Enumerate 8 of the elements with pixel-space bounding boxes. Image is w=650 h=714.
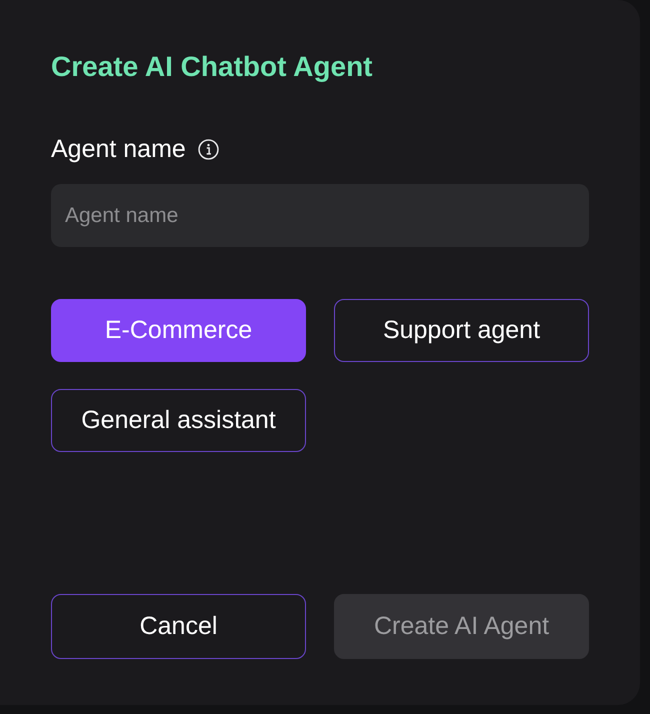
template-option[interactable]: E-Commerce [51,299,306,362]
field-label: Agent name [51,134,186,164]
cancel-button[interactable]: Cancel [51,594,306,659]
template-option[interactable]: General assistant [51,389,306,452]
info-icon[interactable] [198,138,219,160]
template-option[interactable]: Support agent [334,299,589,362]
dialog-title: Create AI Chatbot Agent [51,50,372,84]
agent-name-input[interactable]: Agent name [51,184,589,247]
